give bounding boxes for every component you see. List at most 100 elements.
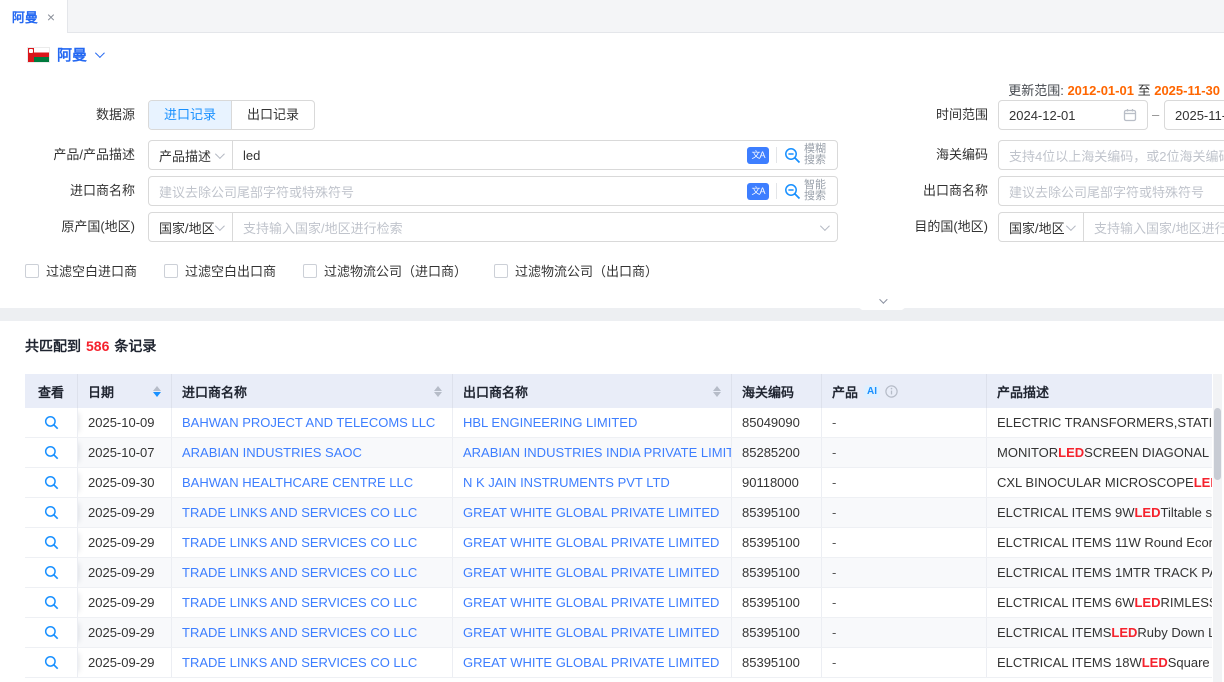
table-row: 2025-09-29 TRADE LINKS AND SERVICES CO L… xyxy=(25,558,1212,588)
exporter-link[interactable]: HBL ENGINEERING LIMITED xyxy=(463,415,637,430)
view-record-button[interactable] xyxy=(25,558,78,587)
sort-importer[interactable] xyxy=(434,386,442,397)
importer-input[interactable]: 建议去除公司尾部字符或特殊符号 文A 智能搜索 xyxy=(148,176,838,206)
exporter-link[interactable]: ARABIAN INDUSTRIES INDIA PRIVATE LIMIT..… xyxy=(463,445,732,460)
cell-description: ELCTRICAL ITEMS 18W LED Square E... xyxy=(987,648,1212,677)
chevron-down-icon xyxy=(879,295,887,303)
cell-date: 2025-09-29 xyxy=(78,498,172,527)
exporter-link[interactable]: GREAT WHITE GLOBAL PRIVATE LIMITED xyxy=(463,655,719,670)
view-record-button[interactable] xyxy=(25,528,78,557)
exporter-input[interactable]: 建议去除公司尾部字符或特殊符号 xyxy=(998,176,1224,206)
cell-date: 2025-09-29 xyxy=(78,618,172,647)
update-range: 更新范围: 2012-01-01 至 2025-11-30 xyxy=(1008,80,1220,99)
cell-product: - xyxy=(822,648,987,677)
importer-link[interactable]: TRADE LINKS AND SERVICES CO LLC xyxy=(182,505,417,520)
origin-country-input[interactable]: 支持输入国家/地区进行检索 xyxy=(232,212,838,242)
tab-export-records[interactable]: 出口记录 xyxy=(231,101,314,129)
view-record-button[interactable] xyxy=(25,588,78,617)
importer-link[interactable]: ARABIAN INDUSTRIES SAOC xyxy=(182,445,362,460)
cell-date: 2025-10-07 xyxy=(78,438,172,467)
filter-checkbox[interactable]: 过滤空白出口商 xyxy=(164,261,276,280)
checkbox-icon[interactable] xyxy=(494,264,508,278)
tab-label: 阿曼 xyxy=(12,7,38,26)
exporter-link[interactable]: GREAT WHITE GLOBAL PRIVATE LIMITED xyxy=(463,565,719,580)
importer-link[interactable]: TRADE LINKS AND SERVICES CO LLC xyxy=(182,655,417,670)
view-record-button[interactable] xyxy=(25,648,78,677)
importer-link[interactable]: BAHWAN PROJECT AND TELECOMS LLC xyxy=(182,415,435,430)
table-scrollbar[interactable] xyxy=(1213,374,1222,682)
date-end-input[interactable]: 2025-11-30 xyxy=(1164,100,1224,130)
importer-link[interactable]: TRADE LINKS AND SERVICES CO LLC xyxy=(182,535,417,550)
product-search-input[interactable]: led 文A 模糊搜索 xyxy=(232,140,838,170)
divider xyxy=(776,183,777,199)
cell-date: 2025-10-09 xyxy=(78,408,172,437)
importer-link[interactable]: TRADE LINKS AND SERVICES CO LLC xyxy=(182,565,417,580)
view-record-button[interactable] xyxy=(25,618,78,647)
table-row: 2025-09-29 TRADE LINKS AND SERVICES CO L… xyxy=(25,528,1212,558)
tab-bar: 阿曼 × xyxy=(0,0,1224,33)
filter-checkbox[interactable]: 过滤空白进口商 xyxy=(25,261,137,280)
importer-link[interactable]: TRADE LINKS AND SERVICES CO LLC xyxy=(182,595,417,610)
smart-search-button[interactable]: 智能搜索 xyxy=(784,180,827,202)
cell-product: - xyxy=(822,588,987,617)
translate-icon[interactable]: 文A xyxy=(747,147,769,164)
origin-placeholder: 支持输入国家/地区进行检索 xyxy=(243,218,403,237)
view-record-button[interactable] xyxy=(25,498,78,527)
info-icon[interactable] xyxy=(885,385,898,398)
destination-input[interactable]: 支持输入国家/地区进行 xyxy=(1083,212,1224,242)
scrollbar-thumb[interactable] xyxy=(1214,408,1221,480)
cell-date: 2025-09-29 xyxy=(78,648,172,677)
origin-country-select[interactable]: 国家/地区 xyxy=(148,212,233,242)
sort-date[interactable] xyxy=(153,386,161,397)
translate-icon[interactable]: 文A xyxy=(747,183,769,200)
product-label: 产品/产品描述 xyxy=(0,140,135,170)
checkbox-icon[interactable] xyxy=(25,264,39,278)
cell-product: - xyxy=(822,498,987,527)
tab-oman[interactable]: 阿曼 × xyxy=(0,0,68,33)
cell-hs-code: 85395100 xyxy=(732,558,822,587)
cell-description: ELCTRICAL ITEMS 6W LED RIMLESS ... xyxy=(987,588,1212,617)
table-row: 2025-09-29 TRADE LINKS AND SERVICES CO L… xyxy=(25,618,1212,648)
exporter-link[interactable]: GREAT WHITE GLOBAL PRIVATE LIMITED xyxy=(463,625,719,640)
importer-link[interactable]: TRADE LINKS AND SERVICES CO LLC xyxy=(182,625,417,640)
exporter-link[interactable]: GREAT WHITE GLOBAL PRIVATE LIMITED xyxy=(463,535,719,550)
filter-checkbox[interactable]: 过滤物流公司（进口商） xyxy=(303,261,467,280)
origin-select-value: 国家/地区 xyxy=(159,218,215,237)
product-type-select[interactable]: 产品描述 xyxy=(148,140,233,170)
update-range-to: 至 xyxy=(1138,83,1151,98)
view-record-button[interactable] xyxy=(25,438,78,467)
cell-product: - xyxy=(822,558,987,587)
hs-code-input[interactable]: 支持4位以上海关编码，或2位海关编码加 xyxy=(998,140,1224,170)
sort-exporter[interactable] xyxy=(713,386,721,397)
magnifier-icon xyxy=(44,565,59,580)
tab-import-records[interactable]: 进口记录 xyxy=(149,101,231,129)
date-start-input[interactable]: 2024-12-01 xyxy=(998,100,1148,130)
table-row: 2025-09-29 TRADE LINKS AND SERVICES CO L… xyxy=(25,588,1212,618)
importer-link[interactable]: BAHWAN HEALTHCARE CENTRE LLC xyxy=(182,475,413,490)
results-table: 查看 日期 进口商名称 出口商名称 海关编码 产品 AI 产品描述 xyxy=(25,374,1212,678)
view-record-button[interactable] xyxy=(25,468,78,497)
exporter-link[interactable]: GREAT WHITE GLOBAL PRIVATE LIMITED xyxy=(463,595,719,610)
checkbox-icon[interactable] xyxy=(164,264,178,278)
results-count: 586 xyxy=(86,338,109,354)
cell-description: ELCTRICAL ITEMS 11W Round Econo... xyxy=(987,528,1212,557)
cell-hs-code: 85395100 xyxy=(732,498,822,527)
exporter-link[interactable]: N K JAIN INSTRUMENTS PVT LTD xyxy=(463,475,670,490)
checkbox-label: 过滤物流公司（进口商） xyxy=(324,261,467,280)
section-gap xyxy=(0,308,1224,321)
cell-description: CXL BINOCULAR MICROSCOPE LED (... xyxy=(987,468,1212,497)
checkbox-label: 过滤空白进口商 xyxy=(46,261,137,280)
close-icon[interactable]: × xyxy=(47,10,55,24)
hs-code-placeholder: 支持4位以上海关编码，或2位海关编码加 xyxy=(1009,146,1224,165)
calendar-icon xyxy=(1123,108,1137,122)
filter-checkbox[interactable]: 过滤物流公司（出口商） xyxy=(494,261,658,280)
checkbox-icon[interactable] xyxy=(303,264,317,278)
view-record-button[interactable] xyxy=(25,408,78,437)
cell-description: MONITOR LED SCREEN DIAGONAL S... xyxy=(987,438,1212,467)
summary-suffix: 条记录 xyxy=(114,338,156,354)
exporter-link[interactable]: GREAT WHITE GLOBAL PRIVATE LIMITED xyxy=(463,505,719,520)
chevron-down-icon[interactable] xyxy=(95,48,105,58)
fuzzy-search-button[interactable]: 模糊搜索 xyxy=(784,144,827,166)
country-header[interactable]: 阿曼 xyxy=(28,44,102,65)
destination-select[interactable]: 国家/地区 xyxy=(998,212,1084,242)
